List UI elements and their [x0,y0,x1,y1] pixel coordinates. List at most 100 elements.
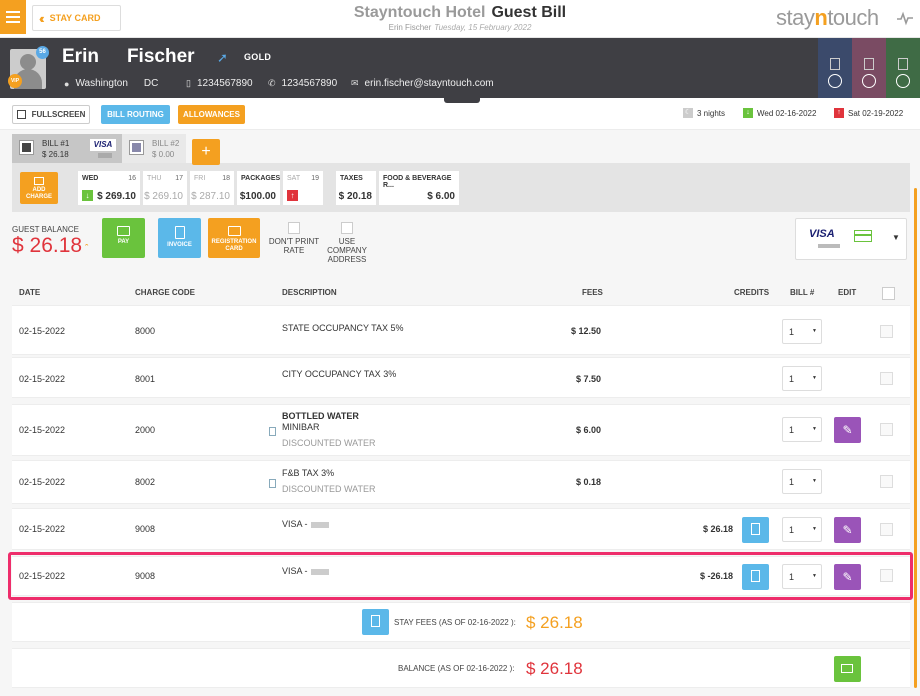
side-tabs [818,38,920,98]
tab-circle-icon [862,74,876,88]
bill-routing-button[interactable]: BILL ROUTING [101,105,170,124]
side-tab-loyalty[interactable] [886,38,920,98]
bill-number-select[interactable]: 1 ▼ [782,417,822,442]
note-icon[interactable] [269,479,276,488]
tab-circle-icon [828,74,842,88]
arrival-date: Wed 02-16-2022 [757,108,817,118]
visa-logo: VISA [809,228,835,240]
bill-number-select[interactable]: 1 ▼ [782,469,822,494]
table-row: 02-15-2022 8000 STATE OCCUPANCY TAX 5% $… [12,305,910,355]
stay-fees-amount: $ 26.18 [526,613,583,632]
note-icon[interactable] [269,427,276,436]
arrival-arrow-icon: ↓ [82,190,93,201]
bill-2-amount: $ 0.00 [152,150,175,159]
row-checkbox[interactable] [880,475,893,488]
fullscreen-label: FULLSCREEN [31,110,86,119]
caret-down-icon: ▼ [812,328,817,334]
activity-icon[interactable] [896,9,914,27]
side-tab-room[interactable] [818,38,852,98]
tab-bill-1[interactable]: BILL #1 $ 26.18 VISA [12,134,122,163]
day-card-sat[interactable]: SAT 19 ↑ [283,171,323,205]
vip-badge: VIP [8,74,22,88]
registration-card-button[interactable]: REGISTRATION CARD [208,218,260,258]
day-card-wed[interactable]: WED 16 ↓ $ 269.10 [78,171,140,205]
table-row: 02-15-2022 8001 CITY OCCUPANCY TAX 3% $ … [12,357,910,398]
bill-number-select[interactable]: 1 ▼ [782,517,822,542]
pay-button[interactable]: PAY [102,218,145,258]
location-icon: ● [64,78,70,89]
pin-icon[interactable]: ➚ [217,50,228,66]
departure-arrow-icon: ↑ [834,108,844,118]
day-card-thu[interactable]: THU 17 $ 269.10 [143,171,187,205]
departure-info: ↑ Sat 02-19-2022 [834,108,903,118]
day-card-fri[interactable]: FRI 18 $ 287.10 [190,171,234,205]
clipboard-icon [227,226,241,236]
visa-card-icon: VISA [90,139,116,151]
title-guest-name: Erin Fischer [388,23,432,32]
select-all-checkbox[interactable] [882,287,895,300]
stay-card-button[interactable]: ‹‹ STAY CARD [32,5,121,31]
loyalty-level: GOLD [244,52,272,62]
allowances-button[interactable]: ALLOWANCES [178,105,245,124]
document-icon [174,226,185,239]
caret-down-icon: ▼ [812,426,817,432]
guest-location: ● Washington DC [64,78,158,89]
col-date: DATE [19,288,41,297]
add-charge-button[interactable]: ADD CHARGE [20,172,58,204]
table-header: DATE CHARGE CODE DESCRIPTION FEES CREDIT… [12,283,910,303]
guest-last-name: Fischer [126,46,195,67]
stay-fees-label: STAY FEES (AS OF 02-16-2022 ): [394,618,516,627]
fullscreen-button[interactable]: FULLSCREEN [12,105,90,124]
col-fees: FEES [582,288,603,297]
table-row: 02-15-2022 9008 VISA - $ 26.18 1 ▼ ✎ [12,508,910,550]
guest-state: DC [143,78,159,89]
use-company-address-option[interactable]: USE COMPANY ADDRESS [324,222,370,264]
tab-bill-2[interactable]: BILL #2 $ 0.00 [122,134,186,163]
pay-balance-button[interactable] [834,656,861,682]
payment-card-select[interactable]: VISA ▼ [795,218,907,260]
departure-date: Sat 02-19-2022 [848,108,904,118]
plus-box-icon [34,177,44,185]
document-icon [751,523,760,535]
col-charge-code: CHARGE CODE [135,288,196,297]
wallet-icon [841,664,853,673]
caret-down-icon: ▼ [812,478,817,484]
expand-icon [16,110,26,119]
day-card-food-beverage[interactable]: FOOD & BEVERAGE R... $ 6.00 [379,171,459,205]
masked-card-number [98,153,112,158]
add-charge-label: ADD CHARGE [25,187,52,200]
edit-button[interactable]: ✎ [834,417,861,443]
row-checkbox[interactable] [880,523,893,536]
mobile-icon: ▯ [186,78,191,88]
guest-email: ✉ erin.fischer@stayntouch.com [351,78,494,89]
stay-fees-row: STAY FEES (AS OF 02-16-2022 ): $ 26.18 [12,602,910,642]
stay-fees-document-button[interactable] [362,609,389,635]
bill-number-select[interactable]: 1 ▼ [782,319,822,344]
side-tab-guest[interactable] [852,38,886,98]
masked-card-number [818,244,840,248]
building-icon [830,58,840,70]
dont-print-rate-option[interactable]: DON'T PRINT RATE [266,222,322,255]
row-checkbox[interactable] [880,372,893,385]
use-company-address-checkbox[interactable] [341,222,353,234]
document-button[interactable] [742,517,769,543]
guest-balance-amount: $ 26.18 [12,234,83,257]
guest-mobile: ▯ 1234567890 [186,78,253,89]
guest-name: Erin Fischer [62,46,195,68]
day-card-taxes[interactable]: TAXES $ 20.18 [336,171,376,205]
bill-number-select[interactable]: 1 ▼ [782,366,822,391]
selected-row-highlight [8,552,913,600]
row-checkbox[interactable] [880,423,893,436]
chevron-up-icon[interactable]: ˆ [85,243,88,253]
invoice-button[interactable]: INVOICE [158,218,201,258]
add-bill-button[interactable]: + [192,139,220,165]
scrollbar[interactable] [914,188,917,688]
title-date: Tuesday, 15 February 2022 [434,23,532,32]
row-checkbox[interactable] [880,325,893,338]
day-card-packages[interactable]: PACKAGES $100.00 [237,171,280,205]
edit-button[interactable]: ✎ [834,517,861,543]
col-description: DESCRIPTION [282,288,337,297]
dont-print-rate-checkbox[interactable] [288,222,300,234]
top-bar: ‹‹ STAY CARD Stayntouch Hotel Guest Bill … [0,0,920,38]
menu-icon[interactable] [0,0,26,34]
